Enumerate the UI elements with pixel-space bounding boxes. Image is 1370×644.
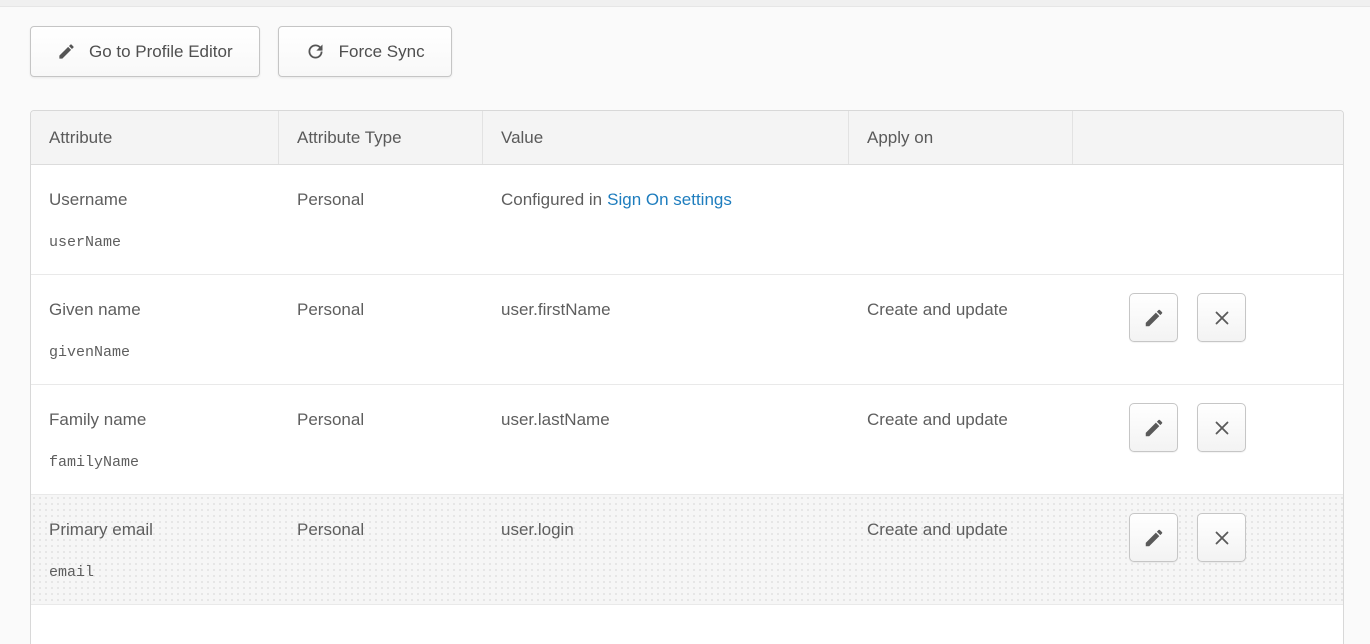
table-header-row: Attribute Attribute Type Value Apply on [31, 111, 1343, 165]
apply-on-cell: Create and update [849, 385, 1073, 494]
attribute-label: Username [49, 190, 261, 210]
apply-on-cell [849, 165, 1073, 274]
edit-attribute-button[interactable] [1129, 403, 1178, 452]
go-to-profile-editor-label: Go to Profile Editor [89, 42, 233, 62]
value-cell: user.lastName [483, 385, 849, 494]
go-to-profile-editor-button[interactable]: Go to Profile Editor [30, 26, 260, 77]
pencil-icon [1143, 307, 1165, 329]
attribute-label: Family name [49, 410, 261, 430]
actions-cell [1073, 385, 1343, 494]
force-sync-label: Force Sync [339, 42, 425, 62]
pencil-icon [1143, 527, 1165, 549]
table-row-given-name: Given name givenName Personal user.first… [31, 275, 1343, 385]
column-header-attribute: Attribute [31, 111, 279, 164]
attribute-label: Given name [49, 300, 261, 320]
remove-attribute-button[interactable] [1197, 293, 1246, 342]
value-cell: Configured in Sign On settings [483, 165, 849, 274]
attribute-mappings-table: Attribute Attribute Type Value Apply on … [30, 110, 1344, 644]
attribute-variable: givenName [49, 344, 261, 361]
edit-attribute-button[interactable] [1129, 293, 1178, 342]
x-icon [1211, 527, 1233, 549]
attribute-cell: Given name givenName [31, 275, 279, 384]
attribute-cell: Primary email email [31, 495, 279, 604]
edit-attribute-button[interactable] [1129, 513, 1178, 562]
remove-attribute-button[interactable] [1197, 513, 1246, 562]
value-cell: user.login [483, 495, 849, 604]
value-prefix-text: Configured in [501, 190, 602, 209]
attribute-type-cell: Personal [279, 165, 483, 274]
attribute-type-cell: Personal [279, 275, 483, 384]
table-row-family-name: Family name familyName Personal user.las… [31, 385, 1343, 495]
toolbar: Go to Profile Editor Force Sync [30, 26, 452, 77]
attribute-variable: email [49, 564, 261, 581]
top-divider [0, 0, 1370, 7]
actions-cell [1073, 165, 1343, 274]
remove-attribute-button[interactable] [1197, 403, 1246, 452]
attribute-cell: Family name familyName [31, 385, 279, 494]
attribute-variable: userName [49, 234, 261, 251]
force-sync-button[interactable]: Force Sync [278, 26, 452, 77]
attribute-label: Primary email [49, 520, 261, 540]
column-header-apply-on: Apply on [849, 111, 1073, 164]
column-header-actions [1073, 111, 1343, 164]
pencil-icon [57, 42, 76, 61]
attribute-type-cell: Personal [279, 385, 483, 494]
empty-table-area [31, 605, 1343, 644]
refresh-icon [305, 41, 326, 62]
attribute-type-cell: Personal [279, 495, 483, 604]
apply-on-cell: Create and update [849, 275, 1073, 384]
value-cell: user.firstName [483, 275, 849, 384]
table-row-primary-email: Primary email email Personal user.login … [31, 495, 1343, 605]
table-row-username: Username userName Personal Configured in… [31, 165, 1343, 275]
attribute-cell: Username userName [31, 165, 279, 274]
sign-on-settings-link[interactable]: Sign On settings [607, 190, 732, 209]
column-header-value: Value [483, 111, 849, 164]
column-header-attribute-type: Attribute Type [279, 111, 483, 164]
apply-on-cell: Create and update [849, 495, 1073, 604]
attribute-variable: familyName [49, 454, 261, 471]
x-icon [1211, 307, 1233, 329]
x-icon [1211, 417, 1233, 439]
actions-cell [1073, 495, 1343, 604]
actions-cell [1073, 275, 1343, 384]
pencil-icon [1143, 417, 1165, 439]
